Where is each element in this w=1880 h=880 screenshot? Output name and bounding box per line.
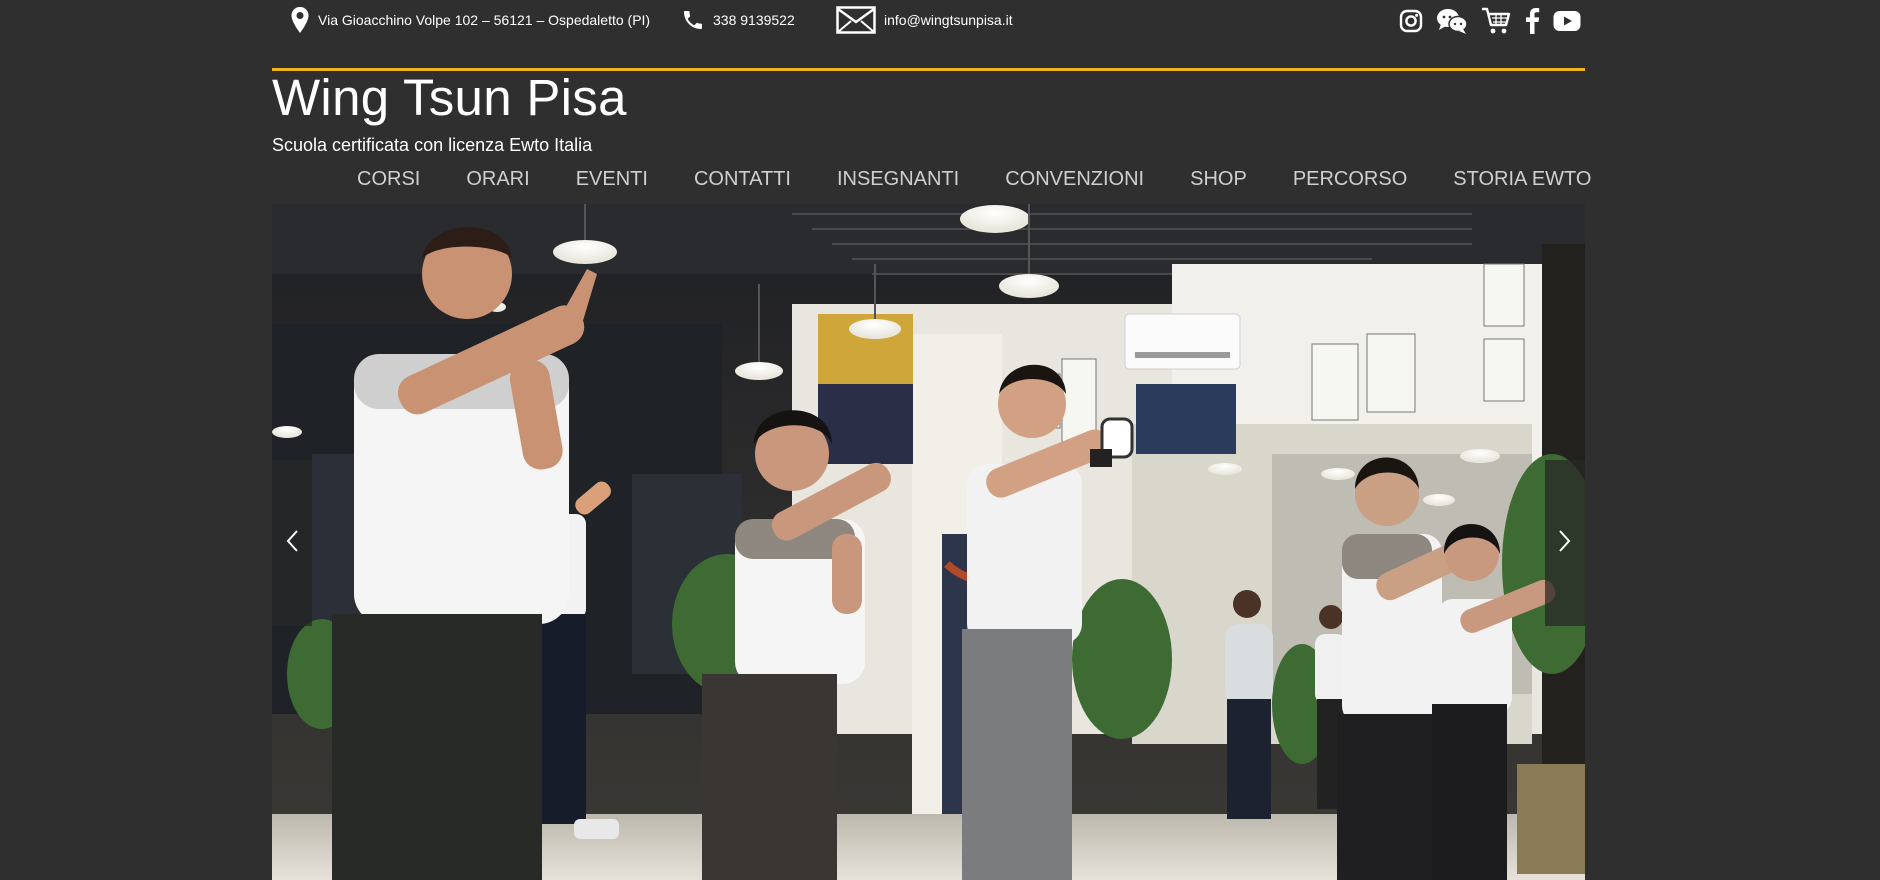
main-nav: CORSI ORARI EVENTI CONTATTI INSEGNANTI C…	[357, 163, 1614, 195]
instagram-icon	[1399, 9, 1423, 38]
hero-slider	[272, 204, 1585, 880]
nav-item-shop[interactable]: SHOP	[1167, 163, 1270, 195]
instagram-link[interactable]	[1399, 8, 1423, 38]
phone-icon	[681, 8, 705, 32]
chat-link[interactable]	[1436, 8, 1468, 38]
shopping-cart-icon	[1481, 7, 1511, 40]
nav-item-percorso[interactable]: PERCORSO	[1270, 163, 1430, 195]
contact-bar: Via Gioacchino Volpe 102 – 56121 – Osped…	[272, 0, 1585, 42]
chevron-left-icon	[285, 529, 299, 558]
slider-next-button[interactable]	[1545, 460, 1585, 626]
address-link[interactable]: Via Gioacchino Volpe 102 – 56121 – Osped…	[290, 6, 650, 34]
facebook-icon	[1524, 7, 1540, 39]
nav-item-corsi[interactable]: CORSI	[357, 163, 443, 195]
youtube-link[interactable]	[1553, 8, 1581, 38]
email-text: info@wingtsunpisa.it	[884, 12, 1013, 28]
phone-text: 338 9139522	[713, 12, 795, 28]
address-text: Via Gioacchino Volpe 102 – 56121 – Osped…	[318, 12, 651, 28]
nav-item-contatti[interactable]: CONTATTI	[671, 163, 814, 195]
nav-item-convenzioni[interactable]: CONVENZIONI	[982, 163, 1167, 195]
map-pin-icon	[290, 6, 310, 34]
nav-item-insegnanti[interactable]: INSEGNANTI	[814, 163, 982, 195]
nav-item-eventi[interactable]: EVENTI	[553, 163, 671, 195]
social-links	[1399, 7, 1581, 39]
email-link[interactable]: info@wingtsunpisa.it	[836, 6, 1013, 34]
envelope-icon	[836, 6, 876, 34]
facebook-link[interactable]	[1524, 7, 1540, 39]
slider-prev-button[interactable]	[272, 460, 312, 626]
youtube-icon	[1553, 10, 1581, 37]
page-container: Via Gioacchino Volpe 102 – 56121 – Osped…	[272, 0, 1591, 880]
nav-item-storia-ewto[interactable]: STORIA EWTO	[1430, 163, 1614, 195]
hero-image	[272, 204, 1585, 880]
phone-link[interactable]: 338 9139522	[681, 6, 795, 34]
chat-bubbles-icon	[1436, 7, 1468, 40]
site-title[interactable]: Wing Tsun Pisa	[272, 66, 627, 130]
chevron-right-icon	[1558, 529, 1572, 558]
shop-link[interactable]	[1481, 7, 1511, 40]
nav-item-orari[interactable]: ORARI	[443, 163, 552, 195]
site-tagline: Scuola certificata con licenza Ewto Ital…	[272, 135, 593, 155]
